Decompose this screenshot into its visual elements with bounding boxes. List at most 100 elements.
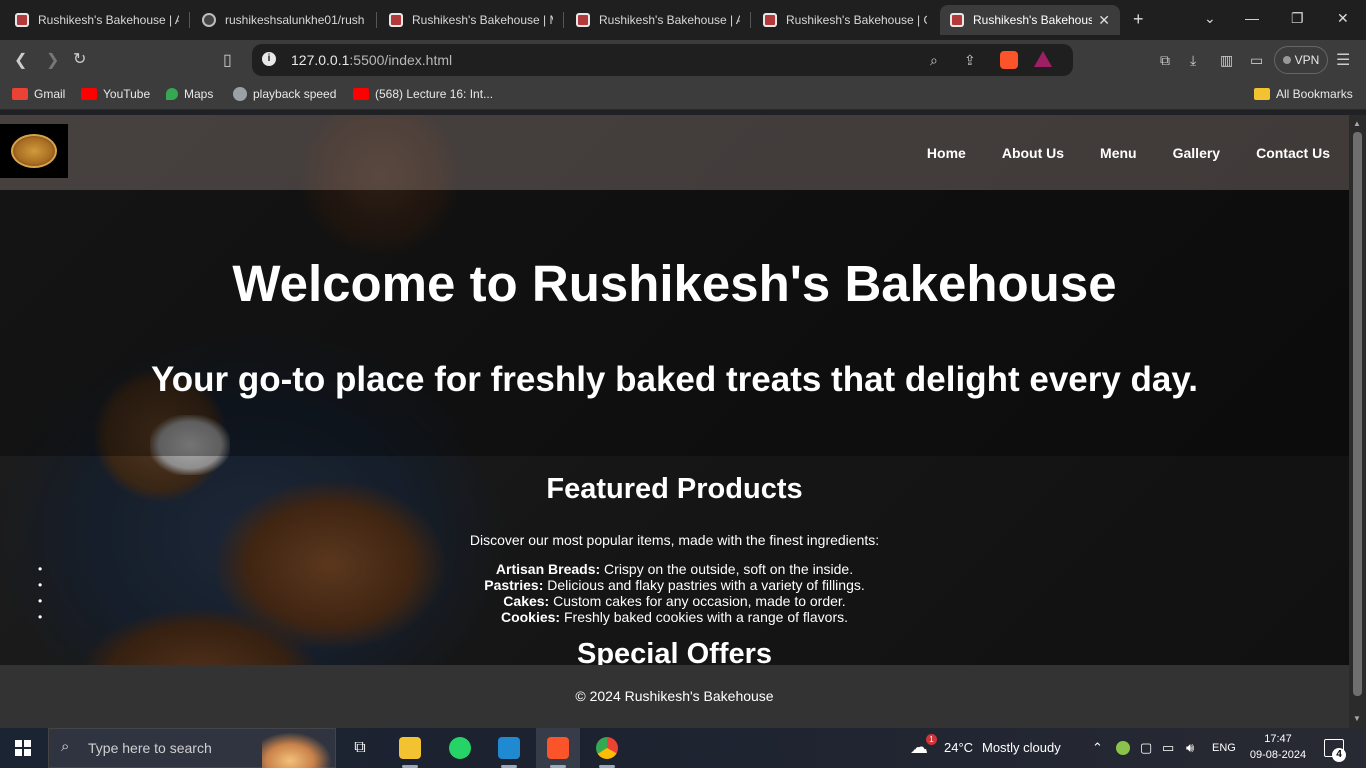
menu-icon[interactable]: ☰ <box>1336 50 1350 70</box>
windows-start-icon[interactable] <box>15 740 31 756</box>
file-explorer-button[interactable] <box>388 728 432 768</box>
download-icon[interactable]: ⤓ <box>1190 52 1196 69</box>
zoom-icon[interactable]: ⌕ <box>930 52 938 69</box>
brave-shields-icon[interactable] <box>1000 51 1018 69</box>
brave-browser-button[interactable] <box>536 728 580 768</box>
list-item: Pastries: Delicious and flaky pastries w… <box>0 577 1349 593</box>
tab-divider <box>750 12 751 28</box>
browser-tab[interactable]: Rushikesh's Bakehouse | M <box>379 5 563 35</box>
sidebar-icon[interactable]: ▥ <box>1220 52 1233 69</box>
vpn-label: VPN <box>1294 53 1320 67</box>
featured-heading: Featured Products <box>546 473 803 505</box>
task-view-icon: ⧉ <box>354 739 366 756</box>
brave-icon <box>547 737 569 759</box>
all-bookmarks-button[interactable]: All Bookmarks <box>1254 87 1353 101</box>
weather-temp[interactable]: 24°C <box>944 740 973 755</box>
product-list: Artisan Breads: Crispy on the outside, s… <box>0 561 1349 625</box>
youtube-icon <box>353 88 369 100</box>
youtube-icon <box>81 88 97 100</box>
search-placeholder[interactable]: Type here to search <box>88 740 212 756</box>
tab-search-icon[interactable]: ⌄ <box>1204 10 1216 27</box>
extensions-icon[interactable]: ⧉ <box>1160 52 1170 69</box>
battery-icon[interactable]: ▭ <box>1162 740 1174 756</box>
tray-app-icon[interactable] <box>1116 741 1130 755</box>
search-icon: ⌕ <box>61 738 70 755</box>
tab-divider <box>376 12 377 28</box>
bookmark-label: playback speed <box>253 87 337 101</box>
site-footer: © 2024 Rushikesh's Bakehouse <box>0 665 1349 728</box>
clock-time: 17:47 <box>1264 733 1292 745</box>
chrome-button[interactable] <box>585 728 629 768</box>
globe-icon <box>233 87 247 101</box>
site-info-icon[interactable]: i <box>262 52 276 66</box>
share-icon[interactable]: ⇪ <box>964 52 976 69</box>
browser-tab-active[interactable]: Rushikesh's Bakehouse ✕ <box>940 5 1120 35</box>
bookmark-maps[interactable]: Maps <box>166 87 213 101</box>
weather-condition[interactable]: Mostly cloudy <box>982 740 1061 755</box>
restore-button[interactable]: ❐ <box>1291 10 1304 27</box>
volume-icon[interactable]: 🔊︎ <box>1186 740 1194 756</box>
product-desc: Custom cakes for any occasion, made to o… <box>549 593 846 609</box>
bakery-icon <box>15 13 29 27</box>
bookmark-gmail[interactable]: Gmail <box>12 87 65 101</box>
page-viewport: Home About Us Menu Gallery Contact Us We… <box>0 115 1349 728</box>
task-view-button[interactable]: ⧉ <box>338 728 382 768</box>
tab-divider <box>189 12 190 28</box>
vpn-status-icon <box>1282 56 1291 64</box>
product-name: Pastries: <box>484 577 544 593</box>
scroll-up-icon[interactable]: ▲ <box>1353 119 1361 128</box>
bakery-icon <box>763 13 777 27</box>
product-desc: Crispy on the outside, soft on the insid… <box>600 561 854 577</box>
hero-title: Welcome to Rushikesh's Bakehouse <box>232 255 1117 312</box>
bakery-icon <box>950 13 964 27</box>
search-highlight-art <box>262 732 332 768</box>
bookmark-youtube[interactable]: YouTube <box>81 87 150 101</box>
language-indicator[interactable]: ENG <box>1212 742 1236 754</box>
reload-icon[interactable]: ↻ <box>73 49 86 69</box>
list-item: Cookies: Freshly baked cookies with a ra… <box>0 609 1349 625</box>
system-clock[interactable]: 17:47 09-08-2024 <box>1248 731 1308 763</box>
bookmark-label: YouTube <box>103 87 151 101</box>
whatsapp-button[interactable] <box>438 728 482 768</box>
list-item: Cakes: Custom cakes for any occasion, ma… <box>0 593 1349 609</box>
nav-contact-us[interactable]: Contact Us <box>1256 145 1330 161</box>
gmail-icon <box>12 88 28 100</box>
bookmark-label: Gmail <box>34 87 66 101</box>
nav-about-us[interactable]: About Us <box>1002 145 1064 161</box>
bookmark-label: (568) Lecture 16: Int... <box>375 87 494 101</box>
brave-rewards-icon[interactable] <box>1034 51 1052 67</box>
list-item: Artisan Breads: Crispy on the outside, s… <box>0 561 1349 577</box>
scroll-thumb[interactable] <box>1353 132 1362 696</box>
browser-tab[interactable]: Rushikesh's Bakehouse | A <box>566 5 750 35</box>
vpn-button[interactable]: VPN <box>1274 46 1328 74</box>
maps-icon <box>166 88 178 100</box>
wallet-icon[interactable]: ▭ <box>1250 52 1263 69</box>
bookmark-icon[interactable]: ▯ <box>223 50 232 70</box>
tab-title: Rushikesh's Bakehouse <box>973 13 1093 27</box>
nav-menu[interactable]: Menu <box>1100 145 1137 161</box>
bookmark-lecture[interactable]: (568) Lecture 16: Int... <box>353 87 493 101</box>
show-hidden-icons-icon[interactable]: ⌃ <box>1092 740 1103 756</box>
bakery-icon <box>576 13 590 27</box>
minimize-button[interactable]: — <box>1245 10 1259 26</box>
vscode-button[interactable] <box>487 728 531 768</box>
bakehouse-logo[interactable] <box>0 124 68 178</box>
bakery-icon <box>389 13 403 27</box>
new-tab-button[interactable]: + <box>1133 9 1144 30</box>
nav-gallery[interactable]: Gallery <box>1173 145 1220 161</box>
bookmark-playback-speed[interactable]: playback speed <box>233 87 336 101</box>
product-name: Cakes: <box>503 593 550 609</box>
url-text[interactable]: 127.0.0.1:5500/index.html <box>291 52 452 68</box>
meet-icon[interactable]: ▢ <box>1140 740 1152 756</box>
forward-icon[interactable]: ❯ <box>46 50 59 70</box>
close-window-button[interactable]: ✕ <box>1337 10 1349 27</box>
browser-tab[interactable]: Rushikesh's Bakehouse | A <box>5 5 189 35</box>
close-tab-icon[interactable]: ✕ <box>1092 12 1110 29</box>
scroll-down-icon[interactable]: ▼ <box>1353 714 1361 723</box>
nav-home[interactable]: Home <box>927 145 966 161</box>
url-host: 127.0.0.1 <box>291 52 350 68</box>
back-icon[interactable]: ❮ <box>14 50 27 70</box>
browser-tab[interactable]: rushikeshsalunkhe01/rush <box>192 5 376 35</box>
logo-badge-icon <box>11 134 57 168</box>
browser-tab[interactable]: Rushikesh's Bakehouse | G <box>753 5 937 35</box>
